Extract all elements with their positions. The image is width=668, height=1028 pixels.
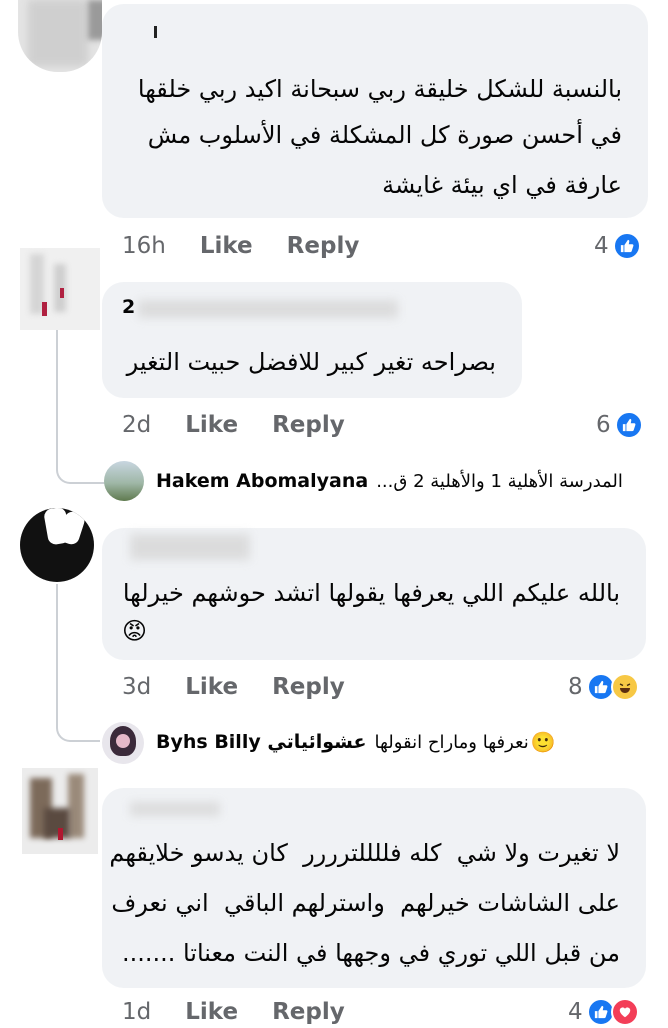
like-button[interactable]: Like <box>185 674 238 700</box>
comment-actions: 1d Like Reply <box>122 996 345 1028</box>
like-icon <box>614 411 643 439</box>
reply-author[interactable]: Hakem Abomalyana <box>156 470 368 492</box>
reply-button[interactable]: Reply <box>272 999 345 1025</box>
reply-snippet: المدرسة الأهلية 1 والأهلية 2 ق... <box>376 470 623 492</box>
comment-actions: 3d Like Reply <box>122 671 345 703</box>
avatar[interactable] <box>102 722 144 764</box>
reply-preview[interactable]: Byhs Billy عشوائياتي نعرفها وماراح انقول… <box>156 722 566 762</box>
comment-time: 2d <box>122 412 152 438</box>
reaction-count: 6 <box>596 412 611 438</box>
comment-text-line: من قبل اللي توري في وجهها في النت معناتا… <box>121 939 620 967</box>
redacted-author-name <box>138 300 398 318</box>
reaction-summary[interactable]: 4 <box>594 230 641 262</box>
smile-emoji: 🙂 <box>530 730 556 754</box>
comment-text-line: بصراحه تغير كبير للافضل حبيت التغير <box>126 348 496 376</box>
comment-actions: 2d Like Reply <box>122 409 345 441</box>
avatar[interactable] <box>18 0 102 72</box>
reply-snippet: نعرفها وماراح انقولها <box>374 731 529 753</box>
reaction-summary[interactable]: 4 <box>568 996 639 1028</box>
comment-text-line: عارفة في اي بيئة غايشة <box>382 171 622 199</box>
comment-time: 16h <box>122 233 166 259</box>
comment-author[interactable]: 2 <box>122 296 135 318</box>
comment-bubble: بالله عليكم اللي يعرفها يقولها اتشد حوشه… <box>102 528 646 660</box>
haha-icon <box>610 673 639 701</box>
angry-emoji: 😡 <box>122 617 148 645</box>
comment-bubble: لا تغيرت ولا شي كله فللللترررر كان يدسو … <box>102 788 646 988</box>
avatar[interactable] <box>22 768 98 854</box>
thread-connector <box>56 584 100 742</box>
reply-button[interactable]: Reply <box>272 674 345 700</box>
reaction-summary[interactable]: 8 <box>568 671 639 703</box>
comment-bubble: 2 بصراحه تغير كبير للافضل حبيت التغير <box>102 282 522 398</box>
reply-button[interactable]: Reply <box>287 233 360 259</box>
avatar[interactable] <box>104 461 144 501</box>
like-icon <box>612 232 641 260</box>
comment-text-line: في أحسن صورة كل المشكلة في الأسلوب مش <box>147 121 622 149</box>
avatar[interactable] <box>20 508 94 582</box>
reaction-count: 4 <box>568 999 583 1025</box>
comment-actions: 16h Like Reply <box>122 230 359 262</box>
redacted-author-name <box>154 26 157 38</box>
comment-time: 3d <box>122 674 152 700</box>
avatar[interactable] <box>20 248 100 330</box>
reply-author[interactable]: Byhs Billy عشوائياتي <box>156 731 366 753</box>
reply-button[interactable]: Reply <box>272 412 345 438</box>
comment-bubble: بالنسبة للشكل خليقة ربي سبحانة اكيد ربي … <box>102 4 648 218</box>
like-button[interactable]: Like <box>185 412 238 438</box>
like-button[interactable]: Like <box>185 999 238 1025</box>
reaction-count: 4 <box>594 233 609 259</box>
reaction-summary[interactable]: 6 <box>596 409 643 441</box>
thread-connector <box>56 330 108 484</box>
reaction-count: 8 <box>568 674 583 700</box>
redacted-author-name <box>130 802 220 816</box>
like-button[interactable]: Like <box>200 233 253 259</box>
love-icon <box>610 998 639 1026</box>
reply-preview[interactable]: Hakem Abomalyana المدرسة الأهلية 1 والأه… <box>156 461 650 501</box>
redacted-author-name <box>130 534 250 560</box>
comment-text-line: بالله عليكم اللي يعرفها يقولها اتشد حوشه… <box>122 579 620 607</box>
comment-time: 1d <box>122 999 152 1025</box>
comment-text-line: على الشاشات خيرلهم واسترلهم الباقي اني ن… <box>111 889 620 917</box>
comment-text-line: لا تغيرت ولا شي كله فللللترررر كان يدسو … <box>109 839 620 867</box>
